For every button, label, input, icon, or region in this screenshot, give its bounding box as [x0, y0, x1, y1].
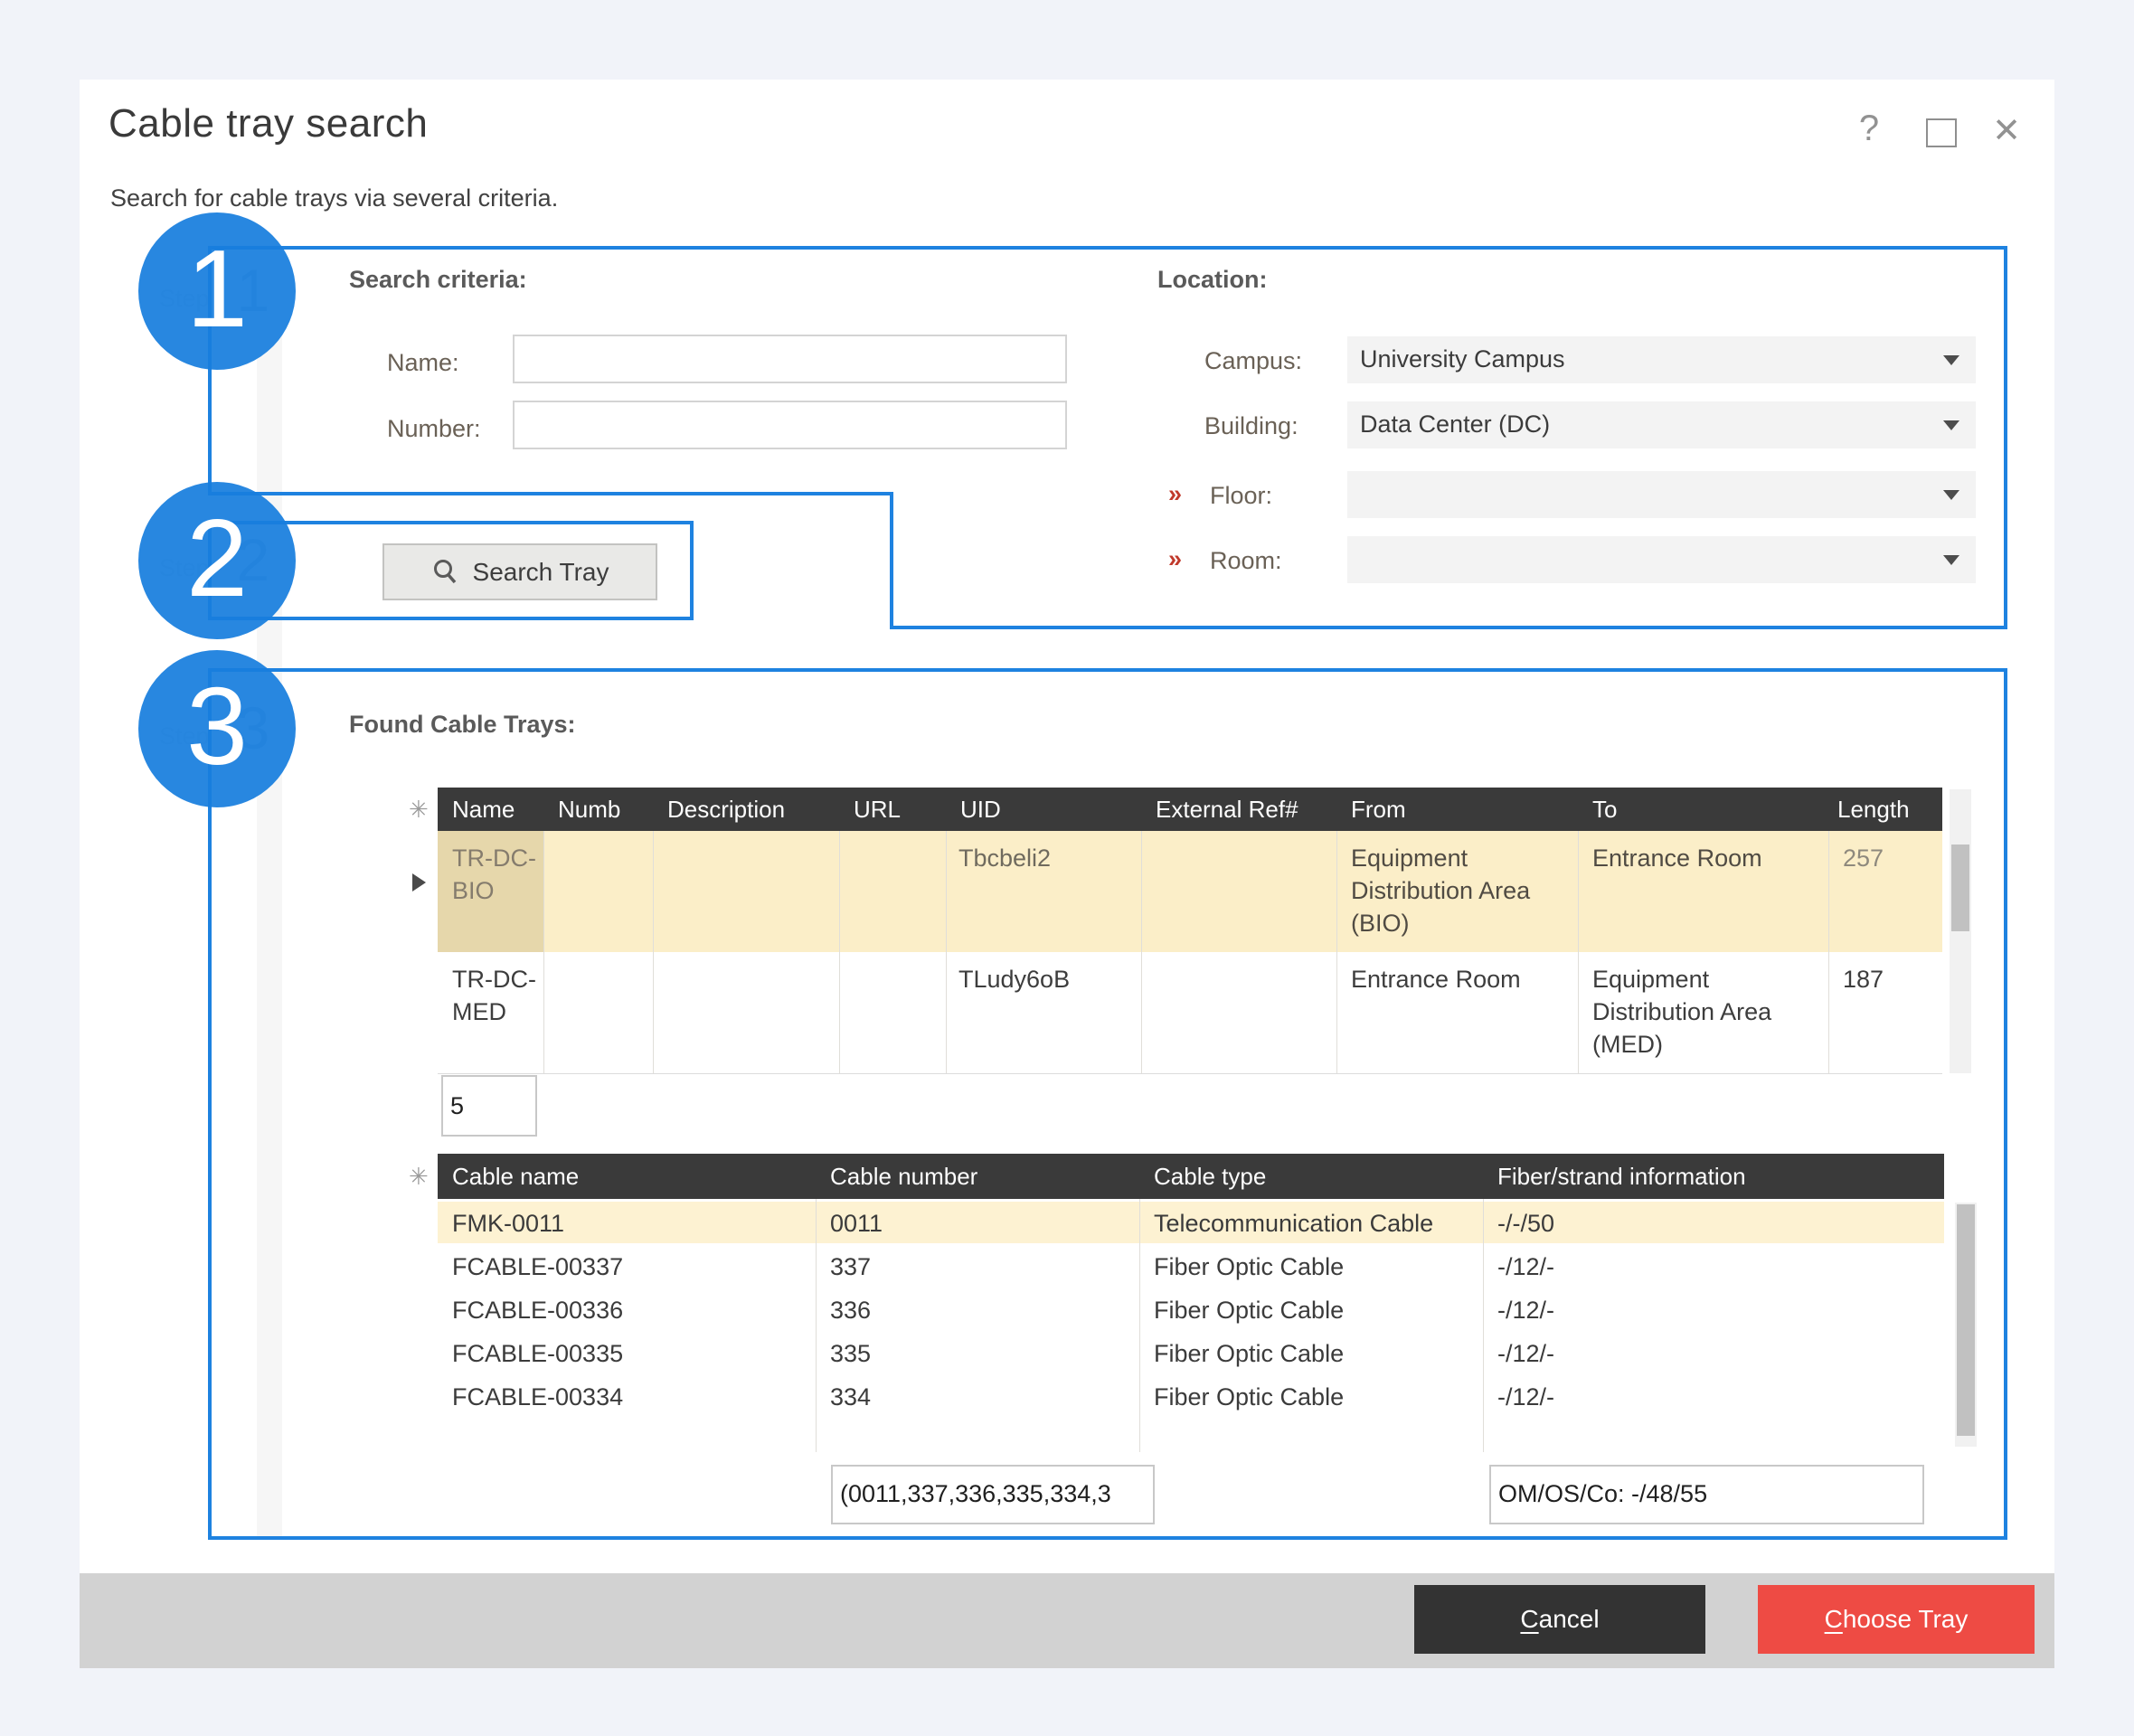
campus-dropdown[interactable]: University Campus — [1347, 336, 1976, 383]
step-1-badge: 1 — [138, 212, 296, 370]
location-heading: Location: — [1157, 266, 1268, 294]
table-row[interactable]: FMK-0011 0011 Telecommunication Cable -/… — [438, 1202, 1944, 1243]
tray-table-scrollbar[interactable] — [1950, 789, 1971, 1073]
cable-table-body: FMK-0011 0011 Telecommunication Cable -/… — [438, 1199, 1944, 1452]
name-input[interactable] — [513, 335, 1067, 383]
column-separator — [1141, 831, 1142, 1073]
fiber-info-field[interactable]: OM/OS/Co: -/48/55 — [1489, 1465, 1924, 1524]
tray-table-header[interactable]: Name Numb Description URL UID External R… — [438, 788, 1942, 831]
help-icon[interactable]: ? — [1846, 108, 1892, 149]
column-header[interactable]: From — [1351, 796, 1406, 824]
column-separator — [543, 831, 544, 1073]
column-header[interactable]: Cable type — [1154, 1163, 1266, 1191]
name-label: Name: — [387, 349, 459, 377]
table-row[interactable]: FCABLE-00336 336 Fiber Optic Cable -/12/… — [438, 1287, 1944, 1330]
floor-dropdown[interactable] — [1347, 471, 1976, 518]
campus-label: Campus: — [1204, 347, 1302, 375]
room-required-icon: » — [1168, 545, 1182, 573]
column-header[interactable]: Cable number — [830, 1163, 977, 1191]
column-separator — [1336, 831, 1337, 1073]
search-criteria-heading: Search criteria: — [349, 266, 527, 294]
found-cable-trays-heading: Found Cable Trays: — [349, 711, 576, 739]
column-header[interactable]: External Ref# — [1156, 796, 1298, 824]
room-dropdown[interactable] — [1347, 536, 1976, 583]
step-2-badge: 2 — [138, 482, 296, 639]
maximize-icon[interactable] — [1926, 118, 1957, 147]
room-label: Room: — [1210, 547, 1282, 575]
dialog-title: Cable tray search — [109, 101, 428, 146]
table-row[interactable]: FCABLE-00337 337 Fiber Optic Cable -/12/… — [438, 1243, 1944, 1287]
step-panel-band — [257, 298, 282, 1538]
column-header[interactable]: Length — [1837, 796, 1910, 824]
table-row[interactable]: FCABLE-00335 335 Fiber Optic Cable -/12/… — [438, 1330, 1944, 1373]
column-header[interactable]: Description — [667, 796, 785, 824]
cable-table-header[interactable]: Cable name Cable number Cable type Fiber… — [438, 1154, 1944, 1199]
chevron-down-icon — [1943, 355, 1959, 365]
scrollbar-thumb[interactable] — [1951, 844, 1969, 931]
table-row[interactable]: TR-DC-MED TLudy6oB Entrance Room Equipme… — [438, 952, 1942, 1074]
chevron-down-icon — [1943, 420, 1959, 430]
current-row-marker-icon — [412, 873, 426, 892]
table-row[interactable]: TR-DC-BIO Tbcbeli2 Equipment Distributio… — [438, 831, 1942, 952]
column-header[interactable]: Cable name — [452, 1163, 579, 1191]
column-separator — [1139, 1199, 1140, 1452]
column-header[interactable]: Fiber/strand information — [1497, 1163, 1746, 1191]
column-header[interactable]: URL — [854, 796, 901, 824]
column-separator — [1578, 831, 1579, 1073]
column-separator — [1483, 1199, 1484, 1452]
column-header[interactable]: Name — [452, 796, 515, 824]
screen: Cable tray search Search for cable trays… — [0, 0, 2134, 1736]
table-row[interactable]: FCABLE-00334 334 Fiber Optic Cable -/12/… — [438, 1373, 1944, 1417]
close-icon[interactable]: ✕ — [1984, 110, 2029, 151]
column-header[interactable]: Numb — [558, 796, 620, 824]
chevron-down-icon — [1943, 555, 1959, 565]
column-separator — [839, 831, 840, 1073]
column-header[interactable]: UID — [960, 796, 1001, 824]
column-separator — [816, 1199, 817, 1452]
dialog-subtitle: Search for cable trays via several crite… — [110, 184, 558, 212]
column-separator — [653, 831, 654, 1073]
cable-numbers-field[interactable]: (0011,337,336,335,334,3 — [831, 1465, 1155, 1524]
column-separator — [1828, 831, 1829, 1073]
floor-required-icon: » — [1168, 480, 1182, 508]
search-icon — [431, 558, 460, 587]
floor-label: Floor: — [1210, 482, 1272, 510]
building-dropdown[interactable]: Data Center (DC) — [1347, 401, 1976, 448]
step-3-badge: 3 — [138, 650, 296, 807]
new-row-icon: ✳ — [409, 1163, 429, 1191]
row-count-field[interactable]: 5 — [441, 1075, 537, 1137]
scrollbar-thumb[interactable] — [1957, 1204, 1975, 1436]
search-tray-button[interactable]: Search Tray — [382, 543, 657, 600]
cable-table-scrollbar[interactable] — [1955, 1203, 1977, 1447]
number-label: Number: — [387, 415, 481, 443]
chevron-down-icon — [1943, 490, 1959, 500]
column-header[interactable]: To — [1592, 796, 1617, 824]
column-separator — [946, 831, 947, 1073]
cancel-button[interactable]: Cancel — [1414, 1585, 1705, 1654]
choose-tray-button[interactable]: Choose Tray — [1758, 1585, 2035, 1654]
building-label: Building: — [1204, 412, 1298, 440]
number-input[interactable] — [513, 401, 1067, 449]
new-row-icon: ✳ — [409, 796, 429, 824]
